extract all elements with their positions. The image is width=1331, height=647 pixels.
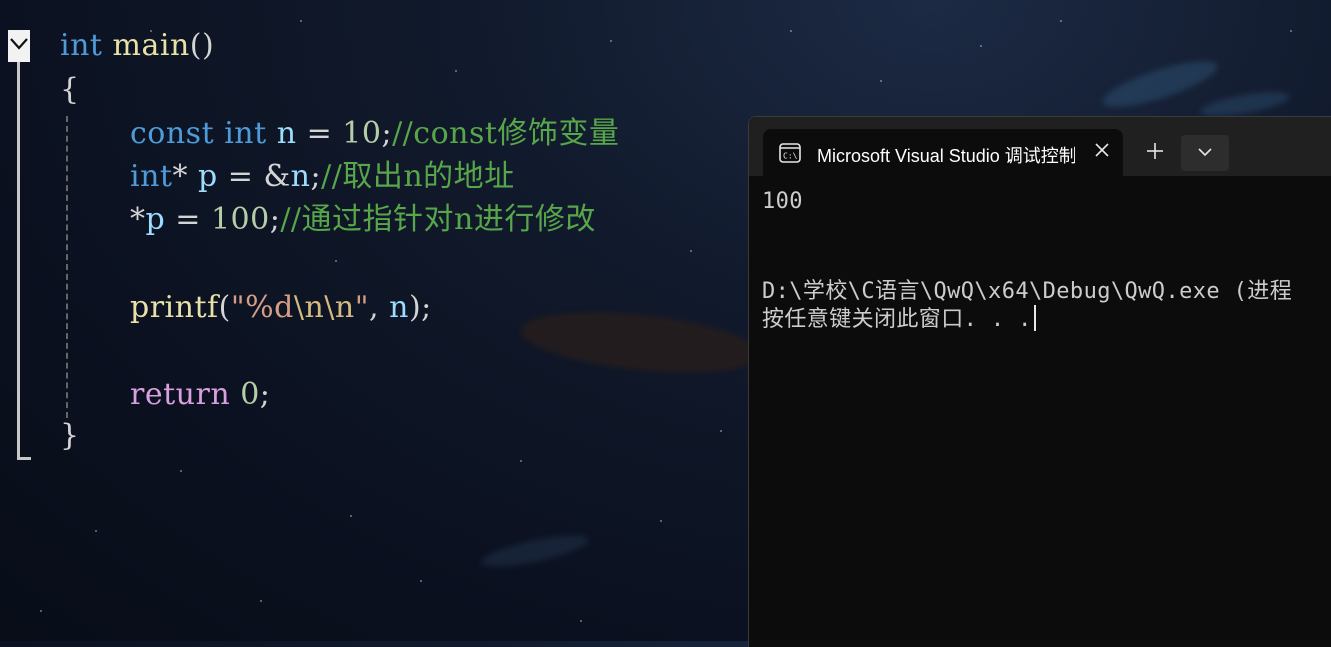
collapse-toggle[interactable]: [8, 30, 30, 62]
code-line-2[interactable]: {: [60, 72, 80, 108]
code-line-1[interactable]: int main(): [60, 28, 214, 64]
code-line-7[interactable]: return 0;: [130, 377, 270, 413]
console-titlebar[interactable]: C:\ Microsoft Visual Studio 调试控制台: [749, 117, 1331, 176]
debug-console-window[interactable]: C:\ Microsoft Visual Studio 调试控制台 100 D:…: [748, 116, 1331, 647]
plus-icon[interactable]: [1145, 141, 1165, 161]
terminal-icon: C:\: [779, 143, 801, 163]
indent-guide: [66, 116, 68, 418]
code-editor: int main() { const int n = 10;//const修饰变…: [0, 0, 760, 641]
console-output-prompt: 按任意键关闭此窗口. . .: [762, 301, 1036, 333]
code-line-4[interactable]: int* p = &n;//取出n的地址: [130, 159, 515, 195]
console-output-value: 100: [762, 189, 803, 214]
tab-dropdown-button[interactable]: [1181, 135, 1229, 171]
code-line-3[interactable]: const int n = 10;//const修饰变量: [130, 116, 619, 152]
fold-line: [17, 62, 20, 460]
svg-text:C:\: C:\: [783, 152, 798, 161]
code-line-6[interactable]: printf("%d\n\n", n);: [130, 290, 432, 326]
console-tab[interactable]: C:\ Microsoft Visual Studio 调试控制台: [763, 129, 1123, 176]
code-line-8[interactable]: }: [60, 418, 80, 454]
text-cursor: [1033, 305, 1036, 331]
console-tab-title: Microsoft Visual Studio 调试控制台: [817, 146, 1075, 166]
fold-end: [17, 457, 31, 460]
chevron-down-icon: [1198, 148, 1212, 157]
close-icon[interactable]: [1093, 141, 1111, 159]
code-line-5[interactable]: *p = 100;//通过指针对n进行修改: [130, 202, 596, 238]
chevron-down-icon: [10, 38, 28, 50]
